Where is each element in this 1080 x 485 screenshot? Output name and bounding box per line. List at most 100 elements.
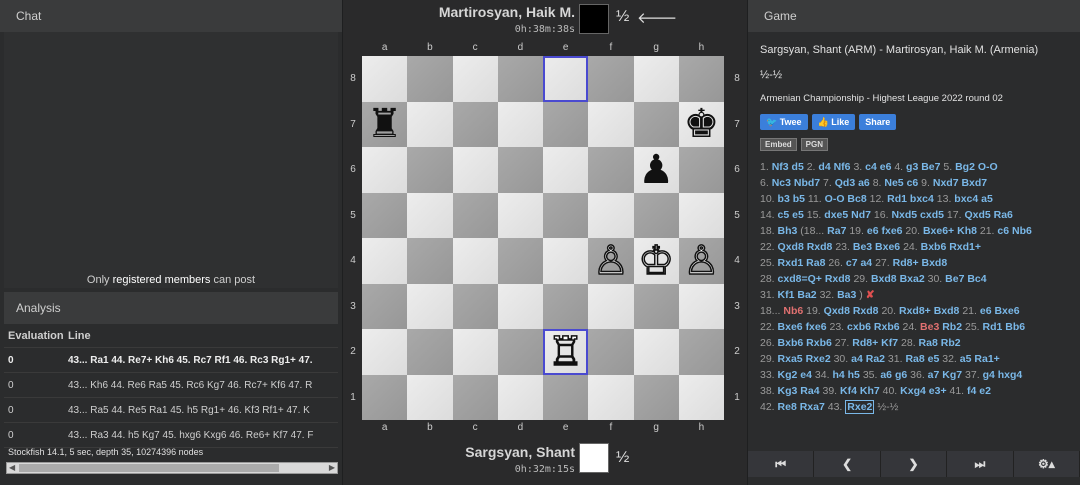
- square-g4[interactable]: ♔: [633, 238, 679, 284]
- move[interactable]: g3: [906, 161, 918, 173]
- share-button[interactable]: Share: [859, 114, 897, 130]
- piece-f4[interactable]: ♙: [592, 240, 629, 282]
- move[interactable]: fxe6: [806, 321, 827, 333]
- piece-h7[interactable]: ♚: [683, 104, 719, 144]
- move[interactable]: cxd5: [920, 209, 944, 221]
- move[interactable]: Ra8: [905, 353, 924, 365]
- piece-a7[interactable]: ♜: [367, 104, 403, 144]
- move[interactable]: Rxd1: [778, 257, 804, 269]
- move[interactable]: Rxd1+: [949, 241, 981, 253]
- move[interactable]: Kg7: [942, 369, 962, 381]
- move[interactable]: Rd1: [983, 321, 1003, 333]
- square-f7[interactable]: [588, 101, 634, 147]
- square-a8[interactable]: [362, 56, 408, 102]
- registered-members-link[interactable]: registered members: [113, 274, 211, 286]
- move[interactable]: O-O: [825, 193, 845, 205]
- square-h6[interactable]: [678, 147, 724, 193]
- move[interactable]: Nbd7: [794, 177, 820, 189]
- scroll-right-icon[interactable]: ▶: [329, 463, 335, 473]
- embed-button[interactable]: Embed: [760, 138, 797, 151]
- first-move-button[interactable]: ⏮: [748, 451, 815, 477]
- move[interactable]: Rxd8: [853, 305, 879, 317]
- move[interactable]: Kf1: [778, 289, 795, 301]
- move[interactable]: Bxd8: [871, 273, 897, 285]
- move[interactable]: Kf4: [840, 385, 857, 397]
- move[interactable]: Be3: [853, 241, 872, 253]
- move[interactable]: e4: [800, 369, 812, 381]
- square-d2[interactable]: [497, 329, 543, 375]
- square-h3[interactable]: [678, 283, 724, 329]
- move[interactable]: c5: [778, 209, 790, 221]
- move[interactable]: e5: [928, 353, 940, 365]
- piece-g6[interactable]: ♟: [638, 150, 674, 190]
- move[interactable]: e5: [792, 209, 804, 221]
- square-c8[interactable]: [452, 56, 498, 102]
- square-g3[interactable]: [633, 283, 679, 329]
- square-h1[interactable]: [678, 374, 724, 420]
- move[interactable]: Bxe6+: [923, 225, 954, 237]
- move[interactable]: Nxd7: [933, 177, 959, 189]
- square-d4[interactable]: [497, 238, 543, 284]
- move[interactable]: h5: [848, 369, 860, 381]
- square-h4[interactable]: ♙: [678, 238, 724, 284]
- move[interactable]: c4: [865, 161, 877, 173]
- move[interactable]: dxe5: [824, 209, 848, 221]
- tweet-button[interactable]: 🐦 Twee: [760, 114, 808, 130]
- square-g7[interactable]: [633, 101, 679, 147]
- move[interactable]: bxc4: [910, 193, 934, 205]
- move[interactable]: a4: [860, 257, 872, 269]
- move[interactable]: Kh8: [957, 225, 977, 237]
- move[interactable]: a4: [851, 353, 863, 365]
- square-h5[interactable]: [678, 192, 724, 238]
- square-b1[interactable]: [407, 374, 453, 420]
- move[interactable]: Rb2: [941, 337, 961, 349]
- current-move[interactable]: Rxe2: [845, 400, 875, 414]
- move[interactable]: cxb6: [847, 321, 871, 333]
- move[interactable]: hxg4: [998, 369, 1023, 381]
- next-move-button[interactable]: ❯: [880, 451, 948, 477]
- move[interactable]: Bxd7: [961, 177, 987, 189]
- move[interactable]: a5: [981, 193, 993, 205]
- move[interactable]: Nb6: [783, 305, 803, 317]
- move[interactable]: Nc3: [772, 177, 791, 189]
- square-f4[interactable]: ♙: [588, 238, 634, 284]
- move[interactable]: Nb6: [1012, 225, 1032, 237]
- square-f1[interactable]: [588, 374, 634, 420]
- move[interactable]: Bc4: [967, 273, 986, 285]
- square-e5[interactable]: [543, 192, 589, 238]
- move[interactable]: Qd3: [835, 177, 855, 189]
- move[interactable]: Qxd8: [778, 241, 804, 253]
- square-e2[interactable]: ♖: [543, 329, 589, 375]
- square-d6[interactable]: [497, 147, 543, 193]
- move[interactable]: Rxa7: [800, 401, 825, 413]
- move[interactable]: Nf6: [834, 161, 851, 173]
- chess-board[interactable]: ♜ ♚ ♟ ♙ ♔ ♙ ♖: [362, 56, 724, 420]
- move[interactable]: Ba3: [837, 289, 856, 301]
- move[interactable]: Rxb6: [874, 321, 900, 333]
- move[interactable]: Nxd5: [891, 209, 917, 221]
- move[interactable]: Bxb6: [921, 241, 947, 253]
- move[interactable]: c6: [907, 177, 919, 189]
- piece-g4[interactable]: ♔: [637, 240, 674, 282]
- square-c4[interactable]: [452, 238, 498, 284]
- square-e8[interactable]: [543, 56, 589, 102]
- square-b3[interactable]: [407, 283, 453, 329]
- square-d5[interactable]: [497, 192, 543, 238]
- move[interactable]: Bh3: [778, 225, 798, 237]
- move[interactable]: Kg2: [778, 369, 798, 381]
- move[interactable]: Ra2: [866, 353, 885, 365]
- move[interactable]: Bxd8: [922, 257, 948, 269]
- move[interactable]: e2: [979, 385, 991, 397]
- move[interactable]: Bxb6: [778, 337, 804, 349]
- move[interactable]: Ba2: [797, 289, 816, 301]
- move[interactable]: Bb6: [1005, 321, 1025, 333]
- square-c5[interactable]: [452, 192, 498, 238]
- move[interactable]: g6: [895, 369, 907, 381]
- square-e4[interactable]: [543, 238, 589, 284]
- move[interactable]: Bg2: [955, 161, 975, 173]
- move[interactable]: Ra1+: [974, 353, 999, 365]
- move[interactable]: Bc8: [847, 193, 866, 205]
- square-b7[interactable]: [407, 101, 453, 147]
- move[interactable]: c6: [997, 225, 1009, 237]
- move[interactable]: a5: [960, 353, 972, 365]
